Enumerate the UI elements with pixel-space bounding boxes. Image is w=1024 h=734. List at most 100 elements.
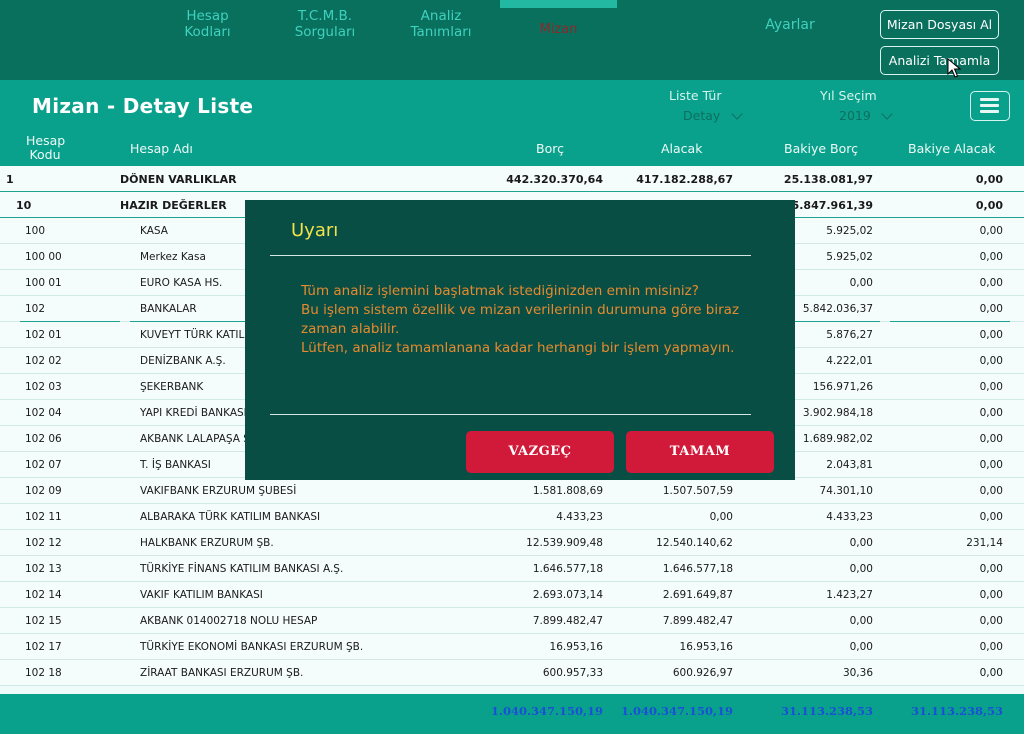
total-balance-credit: 31.113.238,53 [910,704,1003,718]
table-row[interactable]: 102 14 VAKIF KATILIM BANKASI 2.693.073,14 2… [0,582,1024,608]
year-select[interactable]: 2019 [839,108,871,123]
cell-code: 102 07 [25,459,62,471]
cell-name: TÜRKİYE FİNANS KATILIM BANKASI A.Ş. [140,563,344,575]
ok-button[interactable]: TAMAM [626,431,774,473]
cell-balance-debit: 5.847.961,39 [791,199,873,212]
cell-debit: 4.433,23 [556,511,603,523]
col-header-code[interactable]: Hesap Kodu [26,133,66,162]
dialog-message: Tüm analiz işlemini başlatmak istediğini… [301,282,751,358]
cell-name: YAPI KREDİ BANKASI [140,407,247,419]
table-row[interactable]: 102 11 ALBARAKA TÜRK KATILIM BANKASI 4.433… [0,504,1024,530]
chevron-down-icon[interactable] [881,108,893,120]
cell-balance-credit: 0,00 [979,277,1003,289]
cell-debit: 600.957,33 [542,667,603,679]
cell-code: 100 01 [25,277,62,289]
nav-item-mizan[interactable]: Mizan [500,22,617,62]
cell-balance-credit: 0,00 [975,199,1003,212]
cell-credit: 0,00 [709,511,733,523]
col-header-name[interactable]: Hesap Adı [130,141,193,156]
complete-analysis-button[interactable]: Analizi Tamamla [880,46,999,75]
col-header-code-line2: Kodu [29,147,61,162]
cell-name: ŞEKERBANK [140,381,204,393]
nav-item-hesap-kodlari[interactable]: Hesap Kodları [170,8,245,48]
cell-credit: 2.691.649,87 [662,589,733,601]
total-balance-debit: 31.113.238,53 [780,704,873,718]
cell-balance-credit: 0,00 [979,303,1003,315]
cell-name: ALBARAKA TÜRK KATILIM BANKASI [140,511,321,523]
cell-code: 100 [25,225,46,237]
dialog-divider [270,255,751,256]
col-header-debit[interactable]: Borç [536,141,564,156]
total-credit: 1.040.347.150,19 [620,704,733,718]
nav-item-label-line2: Sorguları [294,24,356,40]
cell-debit: 16.953,16 [549,641,603,653]
dialog-divider [270,414,751,415]
cell-balance-credit: 0,00 [979,615,1003,627]
nav-item-label-line1: T.C.M.B. [297,8,353,24]
cell-code: 102 04 [25,407,62,419]
cancel-button[interactable]: VAZGEÇ [466,431,614,473]
cell-credit: 1.507.507,59 [662,485,733,497]
cell-debit: 7.899.482,47 [532,615,603,627]
cell-balance-credit: 0,00 [979,511,1003,523]
year-label: Yıl Seçim [820,88,877,103]
cell-name: ZİRAAT BANKASI ERZURUM ŞB. [140,667,304,679]
col-header-code-line1: Hesap [26,133,66,148]
cell-name: EURO KASA HS. [140,277,223,289]
cell-balance-credit: 0,00 [979,641,1003,653]
cell-balance-credit: 0,00 [979,355,1003,367]
cell-balance-credit: 0,00 [979,459,1003,471]
table-row[interactable]: 102 13 TÜRKİYE FİNANS KATILIM BANKASI A.Ş… [0,556,1024,582]
nav-item-analiz-tanimlari[interactable]: Analiz Tanımları [401,8,481,48]
table-row[interactable]: 1 DÖNEN VARLIKLAR 442.320.370,64 417.182.28… [0,166,1024,192]
dialog-message-line: Lütfen, analiz tamamlanana kadar herhang… [301,340,735,356]
cell-name: KASA [140,225,168,237]
cell-balance-credit: 0,00 [979,485,1003,497]
table-row[interactable]: 102 09 VAKIFBANK ERZURUM ŞUBESİ 1.581.808,… [0,478,1024,504]
cell-debit: 12.539.909,48 [526,537,603,549]
cell-balance-credit: 0,00 [979,589,1003,601]
cell-balance-debit: 30,36 [842,667,873,679]
cell-balance-debit: 0,00 [849,615,873,627]
cell-balance-debit: 1.423,27 [826,589,873,601]
cell-name: Merkez Kasa [140,251,206,263]
list-type-select[interactable]: Detay [683,108,720,123]
cell-code: 102 11 [25,511,62,523]
chevron-down-icon[interactable] [731,108,743,120]
cell-balance-debit: 5.876,27 [826,329,873,341]
cell-debit: 2.693.073,14 [532,589,603,601]
cell-balance-debit: 25.138.081,97 [783,173,873,186]
top-navigation: Hesap Kodları T.C.M.B. Sorguları Analiz … [0,0,1024,80]
nav-item-tcmb-sorgulari[interactable]: T.C.M.B. Sorguları [284,8,366,48]
list-type-label: Liste Tür [669,88,722,103]
total-debit: 1.040.347.150,19 [490,704,603,718]
cell-balance-debit: 4.222,01 [826,355,873,367]
table-row[interactable]: 102 15 AKBANK 014002718 NOLU HESAP 7.899.4… [0,608,1024,634]
upload-mizan-button[interactable]: Mizan Dosyası Al [880,10,999,39]
nav-item-ayarlar[interactable]: Ayarlar [755,17,825,57]
table-row[interactable]: 102 17 TÜRKİYE EKONOMİ BANKASI ERZURUM ŞB… [0,634,1024,660]
table-row[interactable]: 102 12 HALKBANK ERZURUM ŞB. 12.539.909,48 1… [0,530,1024,556]
col-header-balance-debit[interactable]: Bakiye Borç [784,141,858,156]
cell-balance-credit: 0,00 [979,225,1003,237]
cell-debit: 1.581.808,69 [532,485,603,497]
cell-code: 102 13 [25,563,62,575]
table-row[interactable]: 102 18 ZİRAAT BANKASI ERZURUM ŞB. 600.957,… [0,660,1024,686]
hamburger-menu-icon[interactable] [970,91,1010,121]
cell-code: 10 [16,199,32,212]
cell-balance-debit: 5.925,02 [826,251,873,263]
title-bar: Mizan - Detay Liste Liste Tür Detay Yıl … [0,80,1024,130]
col-header-balance-credit[interactable]: Bakiye Alacak [908,141,995,156]
cell-balance-debit: 5.842.036,37 [802,303,873,315]
cell-name: BANKALAR [140,303,197,315]
cell-credit: 600.926,97 [672,667,733,679]
cell-code: 102 06 [25,433,62,445]
cell-name: HAZIR DEĞERLER [120,199,227,212]
cell-balance-credit: 0,00 [979,381,1003,393]
cell-code: 100 00 [25,251,62,263]
col-header-credit[interactable]: Alacak [661,141,702,156]
cell-name: VAKIFBANK ERZURUM ŞUBESİ [140,485,297,497]
nav-item-label-line1: Analiz [420,8,462,24]
cell-credit: 12.540.140,62 [656,537,733,549]
table-header: Hesap Kodu Hesap Adı Borç Alacak Bakiye … [0,130,1024,166]
